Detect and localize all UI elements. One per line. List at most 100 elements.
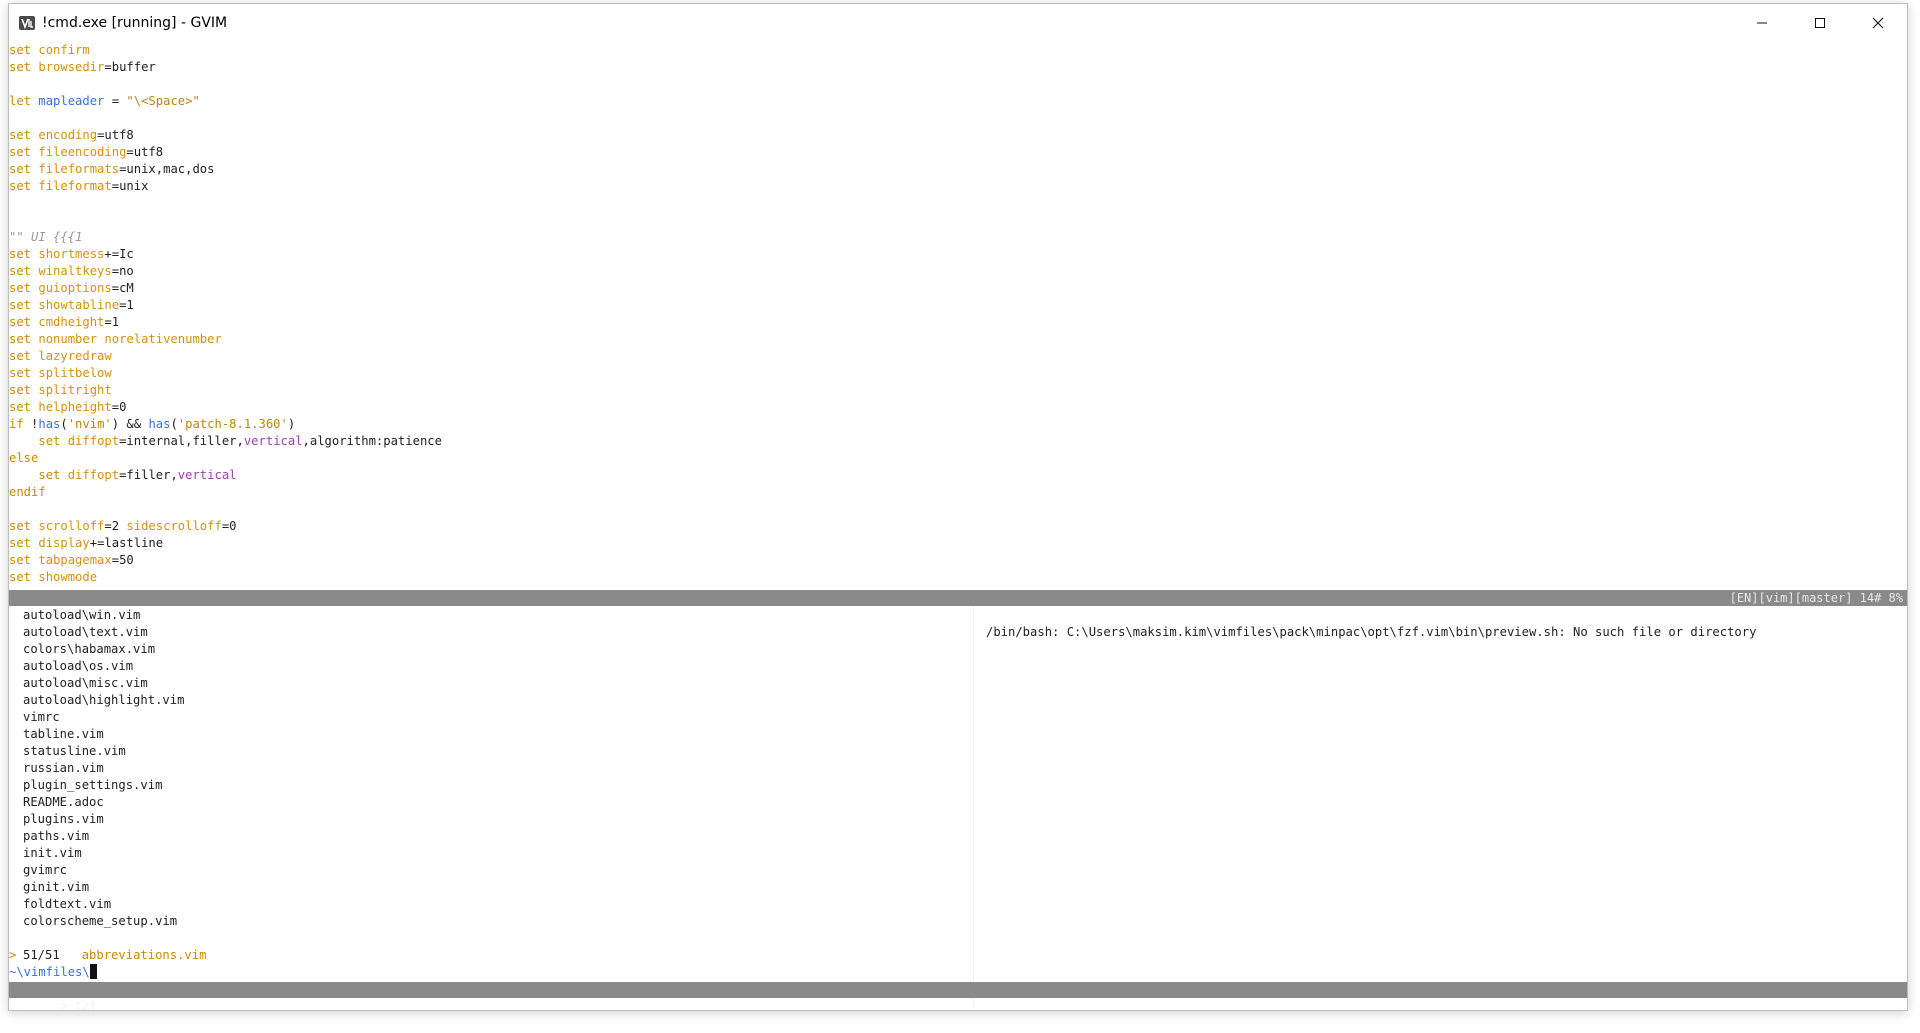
statusline: 0 vimrc [EN][vim][master] 14# 8% [9,590,1907,621]
code-token: set [9,383,39,397]
code-line[interactable]: set diffopt=filler,vertical [9,467,1907,484]
code-token: sidescrolloff [126,519,222,533]
code-token: =1 [104,315,120,329]
code-token: ( [170,417,178,431]
code-line[interactable]: set display+=lastline [9,535,1907,552]
code-line[interactable]: if !has('nvim') && has('patch-8.1.360') [9,416,1907,433]
code-line[interactable] [9,212,1907,229]
code-token: ,algorithm:patience [302,434,442,448]
terminal-statusline: > fzf [9,982,1907,1013]
code-token: mapleader [38,94,105,108]
minimize-button[interactable] [1733,4,1791,42]
code-token: else [9,451,39,465]
code-line[interactable]: set fileencoding=utf8 [9,144,1907,161]
code-token: =buffer [104,60,156,74]
code-token: =0 [111,400,127,414]
code-line[interactable]: set browsedir=buffer [9,59,1907,76]
close-icon [1872,17,1884,29]
code-token: set [38,468,68,482]
code-buffer[interactable]: set confirm set browsedir=buffer let maple… [9,42,1907,586]
code-token: set [9,366,39,380]
code-token: fileformats [38,162,120,176]
code-line[interactable]: set showmode [9,569,1907,586]
code-token: has [148,417,171,431]
gvim-icon [18,14,36,32]
code-line[interactable]: set nonumber norelativenumber [9,331,1907,348]
code-line[interactable]: set showtabline=1 [9,297,1907,314]
code-token: set [9,281,39,295]
code-token: cmdheight [38,315,105,329]
maximize-button[interactable] [1791,4,1849,42]
minimize-icon [1757,22,1767,24]
code-token: "" UI {{{1 [9,230,83,244]
code-line[interactable] [9,110,1907,127]
code-line[interactable]: set fileformats=unix,mac,dos [9,161,1907,178]
code-line[interactable]: set confirm [9,42,1907,59]
close-button[interactable] [1849,4,1907,42]
code-line[interactable]: set splitright [9,382,1907,399]
code-token: browsedir [38,60,105,74]
code-token: fileformat [38,179,112,193]
code-line[interactable]: set guioptions=cM [9,280,1907,297]
code-token: winaltkeys [38,264,112,278]
window-title: !cmd.exe [running] - GVIM [42,15,228,31]
fzf-preview-pane: /bin/bash: C:\Users\maksim.kim\vimfiles\… [973,607,1907,1007]
code-token: vertical [243,434,303,448]
code-token: ) [287,417,296,431]
code-token: nonumber norelativenumber [38,332,222,346]
code-token: 'nvim' [67,417,112,431]
code-token: set [9,349,39,363]
code-line[interactable]: set fileformat=unix [9,178,1907,195]
title-bar[interactable]: !cmd.exe [running] - GVIM [9,4,1907,42]
code-line[interactable]: set tabpagemax=50 [9,552,1907,569]
code-token: guioptions [38,281,112,295]
code-token: =0 [221,519,237,533]
code-line[interactable]: set winaltkeys=no [9,263,1907,280]
gvim-window: !cmd.exe [running] - GVIM set confirm set… [8,3,1908,1013]
code-line[interactable]: set encoding=utf8 [9,127,1907,144]
code-token: =1 [119,298,134,312]
code-line[interactable] [9,76,1907,93]
code-line[interactable]: "" UI {{{1 [9,229,1907,246]
code-token: set [9,570,39,584]
code-token: diffopt [67,468,120,482]
code-token: set [38,434,68,448]
code-line[interactable] [9,195,1907,212]
code-token: splitbelow [38,366,112,380]
code-token: =unix,mac,dos [119,162,215,176]
code-token: tabpagemax [38,553,112,567]
code-token: set [9,60,39,74]
fzf-selected-item[interactable]: abbreviations.vim [82,948,207,962]
fzf-terminal[interactable]: autoload\win.vim autoload\text.vim colors\… [9,607,1907,1007]
code-line[interactable]: set diffopt=internal,filler,vertical,alg… [9,433,1907,450]
editor-area[interactable]: set confirm set browsedir=buffer let maple… [9,42,1907,1013]
code-token: shortmess [38,247,105,261]
fzf-pointer: > [9,948,17,962]
code-token: confirm [38,43,90,57]
code-token: =utf8 [97,128,134,142]
code-line[interactable]: set shortmess+=Ic [9,246,1907,263]
code-token: vertical [177,468,237,482]
code-token: encoding [38,128,98,142]
code-token: if [9,417,32,431]
code-line[interactable]: set helpheight=0 [9,399,1907,416]
code-line[interactable]: set splitbelow [9,365,1907,382]
code-line[interactable]: else [9,450,1907,467]
code-line[interactable]: set cmdheight=1 [9,314,1907,331]
code-token: display [38,536,90,550]
code-line[interactable]: let mapleader = "\<Space>" [9,93,1907,110]
code-line[interactable] [9,501,1907,518]
code-token: helpheight [38,400,112,414]
code-token: =utf8 [126,145,164,159]
code-line[interactable]: endif [9,484,1907,501]
code-line[interactable]: set scrolloff=2 sidescrolloff=0 [9,518,1907,535]
code-token: set [9,145,39,159]
code-token: set [9,553,39,567]
code-token: scrolloff [38,519,105,533]
code-token: endif [9,485,46,499]
code-token: lazyredraw [38,349,112,363]
code-line[interactable]: set lazyredraw [9,348,1907,365]
text-cursor [89,964,97,979]
